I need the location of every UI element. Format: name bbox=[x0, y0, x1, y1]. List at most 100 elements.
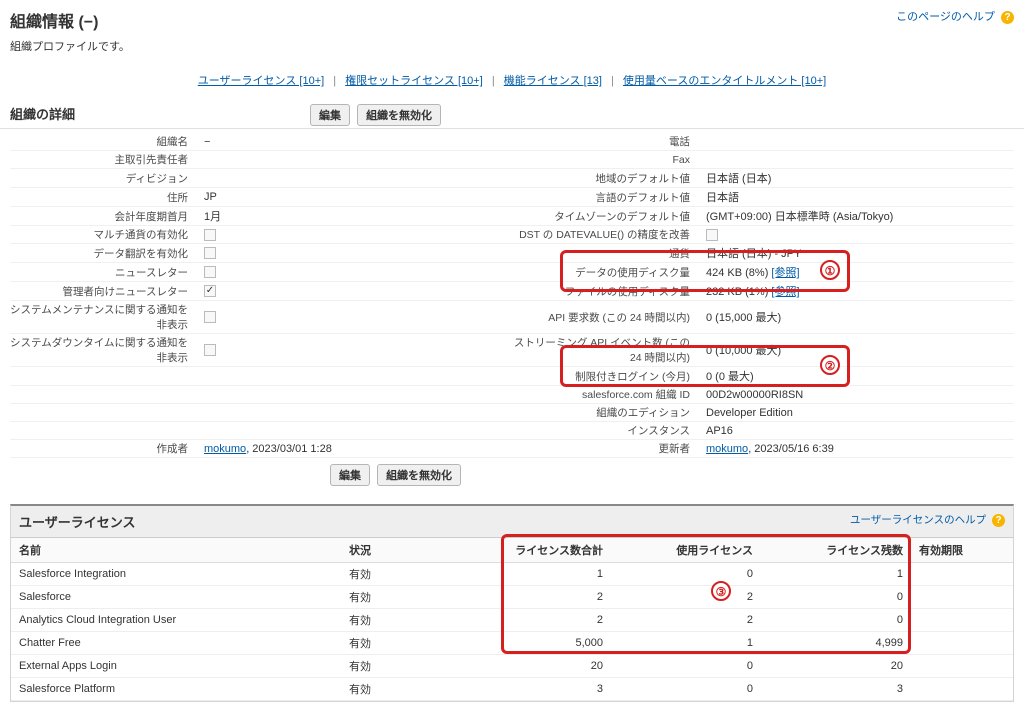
restricted-login-value: 0 (0 最大) bbox=[702, 367, 1014, 385]
hide-downtime-checkbox[interactable] bbox=[204, 344, 216, 356]
lic-expiry bbox=[911, 563, 1013, 586]
nav-usage-entitlements[interactable]: 使用量ベースのエンタイトルメント [10+] bbox=[623, 75, 826, 87]
lic-name: Analytics Cloud Integration User bbox=[11, 609, 341, 632]
help-icon: ? bbox=[992, 514, 1005, 527]
lic-remaining: 3 bbox=[761, 678, 911, 701]
edition-value: Developer Edition bbox=[702, 406, 1014, 420]
lic-expiry bbox=[911, 609, 1013, 632]
deactivate-org-button-bottom[interactable]: 組織を無効化 bbox=[377, 464, 461, 486]
data-disk-value: 424 KB (8%) [参照] bbox=[702, 263, 1014, 281]
user-license-header: ユーザーライセンス ユーザーライセンスのヘルプ ? bbox=[11, 506, 1013, 538]
col-total[interactable]: ライセンス数合計 bbox=[461, 538, 611, 563]
locale-default-label: 地域のデフォルト値 bbox=[512, 170, 702, 187]
fax-value bbox=[702, 159, 1014, 161]
col-name[interactable]: 名前 bbox=[11, 538, 341, 563]
language-default-label: 言語のデフォルト値 bbox=[512, 189, 702, 206]
lic-total: 1 bbox=[461, 563, 611, 586]
blank-value bbox=[200, 412, 512, 414]
table-row: Salesforce Platform有効303 bbox=[11, 678, 1013, 701]
page-header: 組織情報 (−) 組織プロファイルです。 bbox=[0, 0, 1024, 58]
lic-remaining: 20 bbox=[761, 655, 911, 678]
phone-label: 電話 bbox=[512, 133, 702, 150]
nav-sep: | bbox=[605, 75, 620, 87]
user-license-title: ユーザーライセンス bbox=[19, 515, 135, 530]
lic-used: 2 bbox=[611, 586, 761, 609]
instance-value: AP16 bbox=[702, 424, 1014, 438]
nav-user-licenses[interactable]: ユーザーライセンス [10+] bbox=[198, 75, 324, 87]
updated-by-user-link[interactable]: mokumo bbox=[706, 443, 748, 455]
edit-button-bottom[interactable]: 編集 bbox=[330, 464, 370, 486]
col-status[interactable]: 状況 bbox=[341, 538, 461, 563]
col-used[interactable]: 使用ライセンス bbox=[611, 538, 761, 563]
page-subtitle: 組織プロファイルです。 bbox=[10, 38, 1014, 54]
org-name-value: − bbox=[200, 135, 512, 149]
newsletter-label: ニュースレター bbox=[10, 264, 200, 281]
multi-currency-checkbox[interactable] bbox=[204, 229, 216, 241]
created-by-date: , 2023/03/01 1:28 bbox=[246, 443, 332, 455]
lic-expiry bbox=[911, 655, 1013, 678]
help-link-text[interactable]: このページのヘルプ bbox=[896, 11, 995, 23]
api-requests-label: API 要求数 (この 24 時間以内) bbox=[512, 309, 702, 326]
page-title: 組織情報 (−) bbox=[10, 8, 1014, 32]
lic-expiry bbox=[911, 632, 1013, 655]
org-detail-title: 組織の詳細 bbox=[10, 104, 310, 123]
streaming-api-label: ストリーミング API イベント数 (この 24 時間以内) bbox=[512, 334, 702, 366]
col-expiry[interactable]: 有効期限 bbox=[911, 538, 1013, 563]
user-license-section: ユーザーライセンス ユーザーライセンスのヘルプ ? 名前 状況 ライセンス数合計… bbox=[10, 504, 1014, 702]
data-translation-checkbox[interactable] bbox=[204, 247, 216, 259]
blank-label bbox=[10, 430, 200, 432]
org-id-label: salesforce.com 組織 ID bbox=[512, 386, 702, 403]
file-disk-value: 232 KB (1%) [参照] bbox=[702, 282, 1014, 300]
lic-name: External Apps Login bbox=[11, 655, 341, 678]
address-value: JP bbox=[200, 190, 512, 204]
org-name-label: 組織名 bbox=[10, 133, 200, 150]
nav-feature-licenses[interactable]: 機能ライセンス [13] bbox=[504, 75, 602, 87]
page-help-link[interactable]: このページのヘルプ ? bbox=[896, 8, 1014, 24]
lic-name: Salesforce Integration bbox=[11, 563, 341, 586]
updated-by-label: 更新者 bbox=[512, 440, 702, 457]
division-value bbox=[200, 177, 512, 179]
lic-name: Salesforce bbox=[11, 586, 341, 609]
locale-default-value: 日本語 (日本) bbox=[702, 169, 1014, 187]
hide-downtime-label: システムダウンタイムに関する通知を非表示 bbox=[10, 334, 200, 366]
lic-total: 2 bbox=[461, 609, 611, 632]
deactivate-org-button[interactable]: 組織を無効化 bbox=[357, 104, 441, 126]
blank-value bbox=[200, 394, 512, 396]
admin-newsletter-checkbox[interactable] bbox=[204, 285, 216, 297]
data-disk-link[interactable]: [参照] bbox=[771, 267, 799, 279]
file-disk-link[interactable]: [参照] bbox=[771, 286, 799, 298]
lic-remaining: 0 bbox=[761, 586, 911, 609]
detail-bottom-buttons: 編集 組織を無効化 bbox=[10, 458, 1014, 486]
newsletter-checkbox[interactable] bbox=[204, 266, 216, 278]
created-by-user-link[interactable]: mokumo bbox=[204, 443, 246, 455]
lic-status: 有効 bbox=[341, 678, 461, 701]
dst-datevalue-checkbox[interactable] bbox=[706, 229, 718, 241]
fax-label: Fax bbox=[512, 153, 702, 167]
lic-total: 3 bbox=[461, 678, 611, 701]
lic-status: 有効 bbox=[341, 632, 461, 655]
org-id-value: 00D2w00000RI8SN bbox=[702, 388, 1014, 402]
help-icon: ? bbox=[1001, 11, 1014, 24]
data-disk-text: 424 KB (8%) bbox=[706, 267, 771, 279]
edit-button[interactable]: 編集 bbox=[310, 104, 350, 126]
timezone-default-value: (GMT+09:00) 日本標準時 (Asia/Tokyo) bbox=[702, 207, 1014, 225]
user-license-help-link[interactable]: ユーザーライセンスのヘルプ bbox=[850, 514, 986, 526]
primary-contact-value bbox=[200, 159, 512, 161]
phone-value bbox=[702, 141, 1014, 143]
fiscal-year-value: 1月 bbox=[200, 207, 512, 225]
created-by-value: mokumo, 2023/03/01 1:28 bbox=[200, 442, 512, 456]
col-remaining[interactable]: ライセンス残数 bbox=[761, 538, 911, 563]
nav-permset-licenses[interactable]: 権限セットライセンス [10+] bbox=[345, 75, 483, 87]
table-row: Salesforce有効220 bbox=[11, 586, 1013, 609]
updated-by-value: mokumo, 2023/05/16 6:39 bbox=[702, 442, 1014, 456]
user-license-help[interactable]: ユーザーライセンスのヘルプ ? bbox=[850, 512, 1005, 527]
file-disk-text: 232 KB (1%) bbox=[706, 286, 771, 298]
edition-label: 組織のエディション bbox=[512, 404, 702, 421]
license-table: 名前 状況 ライセンス数合計 使用ライセンス ライセンス残数 有効期限 Sale… bbox=[11, 538, 1013, 701]
table-row: Chatter Free有効5,00014,999 bbox=[11, 632, 1013, 655]
hide-maintenance-checkbox[interactable] bbox=[204, 311, 216, 323]
lic-remaining: 1 bbox=[761, 563, 911, 586]
lic-name: Chatter Free bbox=[11, 632, 341, 655]
file-disk-label: ファイルの使用ディスク量 bbox=[512, 283, 702, 300]
lic-total: 5,000 bbox=[461, 632, 611, 655]
